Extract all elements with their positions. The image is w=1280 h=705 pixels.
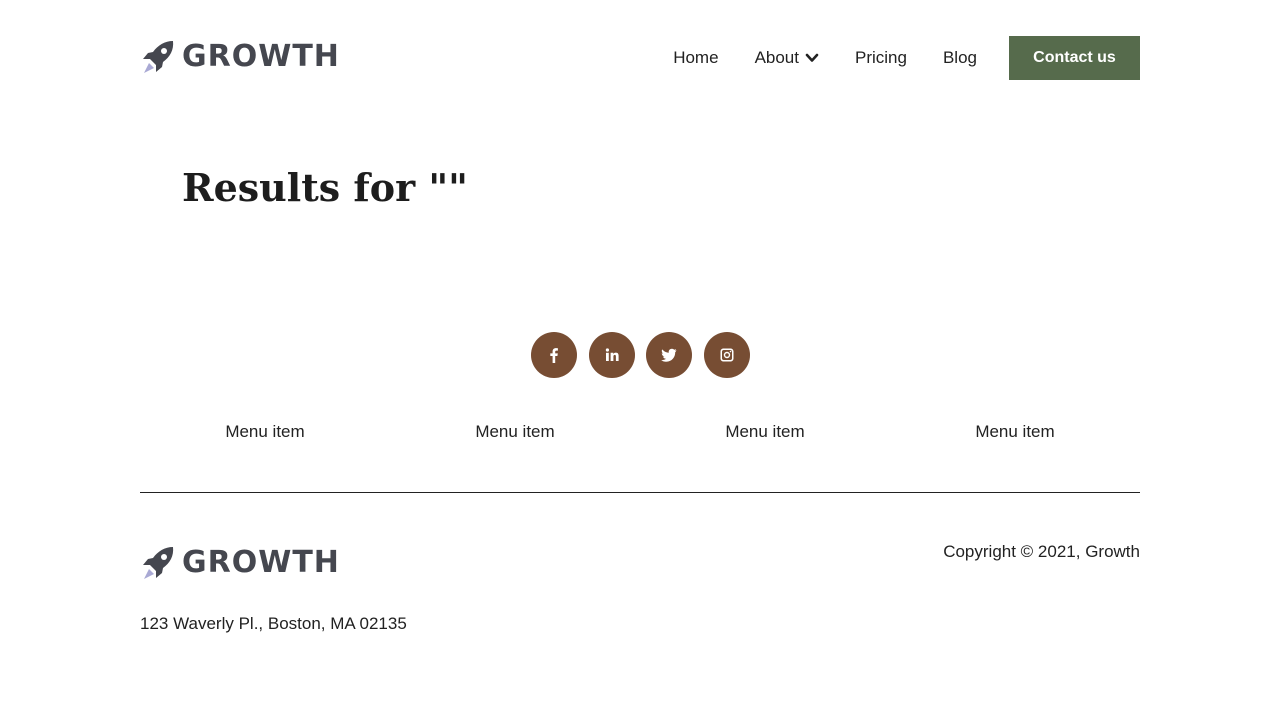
header-logo[interactable]: GROWTH — [140, 39, 340, 75]
nav-pricing[interactable]: Pricing — [855, 48, 907, 68]
twitter-link[interactable] — [646, 332, 692, 378]
nav-about-label: About — [754, 48, 799, 67]
footer-divider — [140, 492, 1140, 493]
linkedin-link[interactable] — [588, 332, 635, 378]
nav-about[interactable]: About — [755, 48, 819, 68]
facebook-link[interactable] — [531, 332, 577, 378]
rocket-icon — [143, 41, 174, 73]
nav-home[interactable]: Home — [673, 48, 718, 68]
footer-menu-item-3[interactable]: Menu item — [640, 420, 890, 444]
footer-menu-item-1[interactable]: Menu item — [140, 420, 390, 444]
nav-blog[interactable]: Blog — [943, 48, 977, 68]
instagram-link[interactable] — [703, 332, 750, 378]
chevron-down-icon — [805, 53, 819, 62]
contact-us-button[interactable]: Contact us — [1009, 36, 1140, 80]
rocket-icon — [143, 547, 174, 579]
footer-menu: Menu item Menu item Menu item Menu item — [140, 420, 1140, 444]
page-title: Results for "" — [182, 165, 468, 210]
linkedin-icon — [605, 348, 619, 361]
address-text: 123 Waverly Pl., Boston, MA 02135 — [140, 614, 407, 633]
footer-menu-item-2[interactable]: Menu item — [390, 420, 640, 444]
facebook-icon — [550, 348, 558, 363]
instagram-icon — [720, 348, 733, 362]
footer-logo[interactable]: GROWTH — [140, 545, 340, 581]
site-header: GROWTH Home About Pricing Blog Contact u… — [140, 36, 1140, 80]
logo-wordmark: GROWTH — [182, 39, 340, 74]
footer-logo-wordmark: GROWTH — [182, 545, 340, 580]
footer-menu-item-4[interactable]: Menu item — [890, 420, 1140, 444]
social-links — [531, 332, 750, 378]
twitter-icon — [661, 348, 677, 362]
main-nav: Home About Pricing Blog Contact us — [673, 36, 1140, 80]
copyright-text: Copyright © 2021, Growth — [943, 542, 1140, 561]
